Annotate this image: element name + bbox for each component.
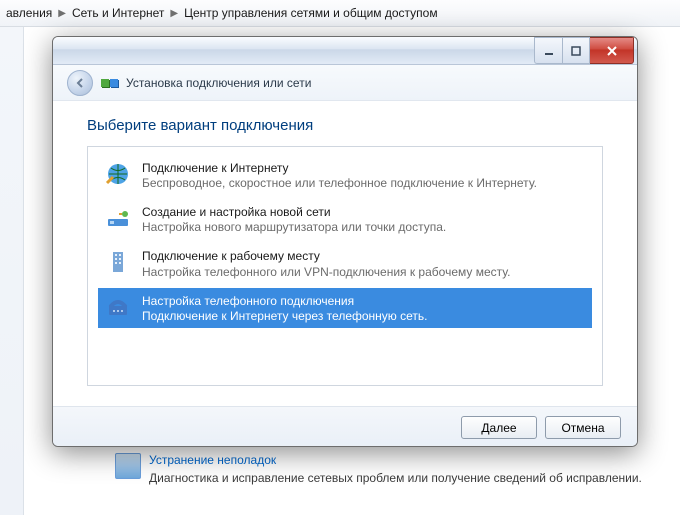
wizard-footer: Далее Отмена <box>53 407 637 447</box>
office-icon <box>104 248 132 276</box>
option-list: Подключение к Интернету Беспроводное, ск… <box>87 146 603 386</box>
option-dialup[interactable]: Настройка телефонного подключения Подклю… <box>98 288 592 328</box>
troubleshoot-description: Диагностика и исправление сетевых пробле… <box>149 467 642 485</box>
maximize-button[interactable] <box>562 37 590 64</box>
breadcrumb-part: авления <box>6 6 52 20</box>
router-icon <box>104 204 132 232</box>
option-subtitle: Подключение к Интернету через телефонную… <box>142 309 428 323</box>
breadcrumb-bar[interactable]: авления ▶ Сеть и Интернет ▶ Центр управл… <box>0 0 680 27</box>
title-bar[interactable] <box>53 37 637 65</box>
minimize-button[interactable] <box>534 37 562 64</box>
option-title: Создание и настройка новой сети <box>142 204 446 220</box>
next-button[interactable]: Далее <box>461 416 537 439</box>
option-title: Настройка телефонного подключения <box>142 293 428 309</box>
chevron-right-icon: ▶ <box>170 8 178 19</box>
option-title: Подключение к рабочему месту <box>142 248 510 264</box>
option-subtitle: Настройка телефонного или VPN-подключени… <box>142 265 510 279</box>
phone-icon <box>104 293 132 321</box>
cancel-button[interactable]: Отмена <box>545 416 621 439</box>
option-subtitle: Настройка нового маршрутизатора или точк… <box>142 220 446 234</box>
option-title: Подключение к Интернету <box>142 160 537 176</box>
troubleshoot-section: Устранение неполадок Диагностика и испра… <box>115 453 642 485</box>
troubleshoot-icon <box>115 453 141 479</box>
wizard-header: Установка подключения или сети <box>53 65 637 101</box>
left-pane <box>0 27 24 515</box>
wizard-content: Выберите вариант подключения Подключение… <box>53 101 637 407</box>
breadcrumb-part: Центр управления сетями и общим доступом <box>184 6 438 20</box>
option-subtitle: Беспроводное, скоростное или телефонное … <box>142 176 537 190</box>
wizard-icon <box>101 79 118 87</box>
breadcrumb-part: Сеть и Интернет <box>72 6 164 20</box>
back-button[interactable] <box>67 70 93 96</box>
option-new-network[interactable]: Создание и настройка новой сети Настройк… <box>98 199 592 239</box>
globe-icon <box>104 160 132 188</box>
prompt-heading: Выберите вариант подключения <box>53 101 637 146</box>
wizard-title: Установка подключения или сети <box>126 76 311 90</box>
chevron-right-icon: ▶ <box>58 8 66 19</box>
option-internet[interactable]: Подключение к Интернету Беспроводное, ск… <box>98 155 592 195</box>
option-workplace[interactable]: Подключение к рабочему месту Настройка т… <box>98 243 592 283</box>
troubleshoot-link[interactable]: Устранение неполадок <box>149 453 276 467</box>
connection-wizard-dialog: Установка подключения или сети Выберите … <box>52 36 638 447</box>
close-button[interactable] <box>590 37 634 64</box>
